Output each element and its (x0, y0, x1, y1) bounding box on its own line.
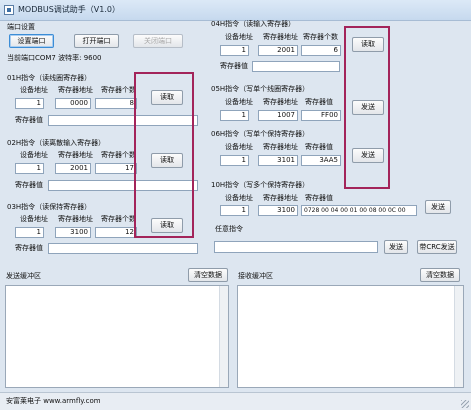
fc06-val-header: 寄存器值 (305, 143, 333, 151)
window-title: MODBUS调试助手（V1.0） (18, 5, 120, 14)
fc04-register-address-input[interactable]: 2001 (258, 45, 298, 56)
fc05-device-address-input[interactable]: 1 (220, 110, 249, 121)
open-port-button[interactable]: 打开端口 (74, 34, 119, 48)
fc06-register-address-input[interactable]: 3101 (258, 155, 298, 166)
fc04-register-count-input[interactable]: 6 (301, 45, 341, 56)
fc03-register-address-input[interactable]: 3100 (55, 227, 91, 238)
send-clear-button[interactable]: 清空数据 (188, 268, 228, 282)
fc05-reg-header: 寄存器地址 (263, 98, 298, 106)
status-bar: 安富莱电子 www.armfly.com (0, 392, 471, 410)
receive-clear-button[interactable]: 清空数据 (420, 268, 460, 282)
send-buffer-textarea[interactable] (5, 285, 229, 388)
fc10-send-button[interactable]: 发送 (425, 200, 451, 214)
fc02-register-address-input[interactable]: 2001 (55, 163, 91, 174)
fc01-device-address-input[interactable]: 1 (15, 98, 44, 109)
fc01-addr-header: 设备地址 (20, 86, 48, 94)
fc01-register-address-input[interactable]: 0000 (55, 98, 91, 109)
fc01-reg-header: 寄存器地址 (58, 86, 93, 94)
fc01-count-header: 寄存器个数 (101, 86, 136, 94)
receive-scrollbar[interactable] (454, 286, 463, 387)
custom-command-label: 任意指令 (215, 225, 243, 233)
fc06-title: 06H指令（写单个保持寄存器） (211, 130, 310, 138)
fc05-register-value-input[interactable]: FF00 (301, 110, 341, 121)
fc04-reg-header: 寄存器地址 (263, 33, 298, 41)
app-icon (4, 5, 14, 15)
port-status-text: 当前端口COM7 波特率: 9600 (7, 54, 102, 62)
fc03-value-field[interactable] (48, 243, 198, 254)
send-buffer-content (6, 286, 228, 290)
fc01-register-count-input[interactable]: 8 (95, 98, 137, 109)
custom-send-button[interactable]: 发送 (384, 240, 408, 254)
fc04-value-field[interactable] (252, 61, 340, 72)
fc03-device-address-input[interactable]: 1 (15, 227, 44, 238)
fc03-count-header: 寄存器个数 (101, 215, 136, 223)
fc06-device-address-input[interactable]: 1 (220, 155, 249, 166)
send-scrollbar[interactable] (219, 286, 228, 387)
status-bar-text: 安富莱电子 www.armfly.com (6, 397, 101, 405)
right-buttons-highlight (344, 26, 390, 189)
fc10-addr-header: 设备地址 (225, 194, 253, 202)
resize-grip-icon[interactable] (461, 400, 469, 408)
fc05-register-address-input[interactable]: 1007 (258, 110, 298, 121)
title-bar: MODBUS调试助手（V1.0） (0, 0, 471, 21)
fc03-register-count-input[interactable]: 12 (95, 227, 137, 238)
read-buttons-highlight (134, 72, 194, 238)
fc02-addr-header: 设备地址 (20, 151, 48, 159)
fc01-value-label: 寄存器值 (15, 116, 43, 124)
send-with-crc-button[interactable]: 带CRC发送 (417, 240, 457, 254)
fc03-addr-header: 设备地址 (20, 215, 48, 223)
fc10-register-values-input[interactable]: 0728 00 04 00 01 00 08 00 0C 00 (301, 205, 417, 216)
receive-buffer-label: 接收缓冲区 (238, 272, 273, 280)
set-port-button[interactable]: 设置端口 (9, 34, 54, 48)
fc02-reg-header: 寄存器地址 (58, 151, 93, 159)
fc03-value-label: 寄存器值 (15, 244, 43, 252)
fc03-title: 03H指令（读保持寄存器） (7, 203, 92, 211)
fc10-register-address-input[interactable]: 3100 (258, 205, 298, 216)
fc10-val-header: 寄存器值 (305, 194, 333, 202)
fc04-device-address-input[interactable]: 1 (220, 45, 249, 56)
fc04-value-label: 寄存器值 (220, 62, 248, 70)
port-group-label: 端口设置 (7, 23, 35, 31)
custom-command-input[interactable] (214, 241, 378, 253)
fc02-value-label: 寄存器值 (15, 181, 43, 189)
fc02-device-address-input[interactable]: 1 (15, 163, 44, 174)
fc04-addr-header: 设备地址 (225, 33, 253, 41)
fc01-title: 01H指令（读线圈寄存器） (7, 74, 92, 82)
fc06-reg-header: 寄存器地址 (263, 143, 298, 151)
fc10-reg-header: 寄存器地址 (263, 194, 298, 202)
close-port-button[interactable]: 关闭端口 (133, 34, 183, 48)
receive-buffer-content (238, 286, 463, 290)
fc02-title: 02H指令（读离散输入寄存器） (7, 139, 106, 147)
fc10-title: 10H指令（写多个保持寄存器） (211, 181, 310, 189)
fc10-device-address-input[interactable]: 1 (220, 205, 249, 216)
fc04-title: 04H指令（读输入寄存器） (211, 20, 296, 28)
fc02-count-header: 寄存器个数 (101, 151, 136, 159)
fc06-register-value-input[interactable]: 3AA5 (301, 155, 341, 166)
fc02-register-count-input[interactable]: 17 (95, 163, 137, 174)
fc06-addr-header: 设备地址 (225, 143, 253, 151)
fc05-title: 05H指令（写单个线圈寄存器） (211, 85, 310, 93)
receive-buffer-textarea[interactable] (237, 285, 464, 388)
send-buffer-label: 发送缓冲区 (6, 272, 41, 280)
fc05-addr-header: 设备地址 (225, 98, 253, 106)
fc05-val-header: 寄存器值 (305, 98, 333, 106)
fc03-reg-header: 寄存器地址 (58, 215, 93, 223)
fc04-count-header: 寄存器个数 (303, 33, 338, 41)
